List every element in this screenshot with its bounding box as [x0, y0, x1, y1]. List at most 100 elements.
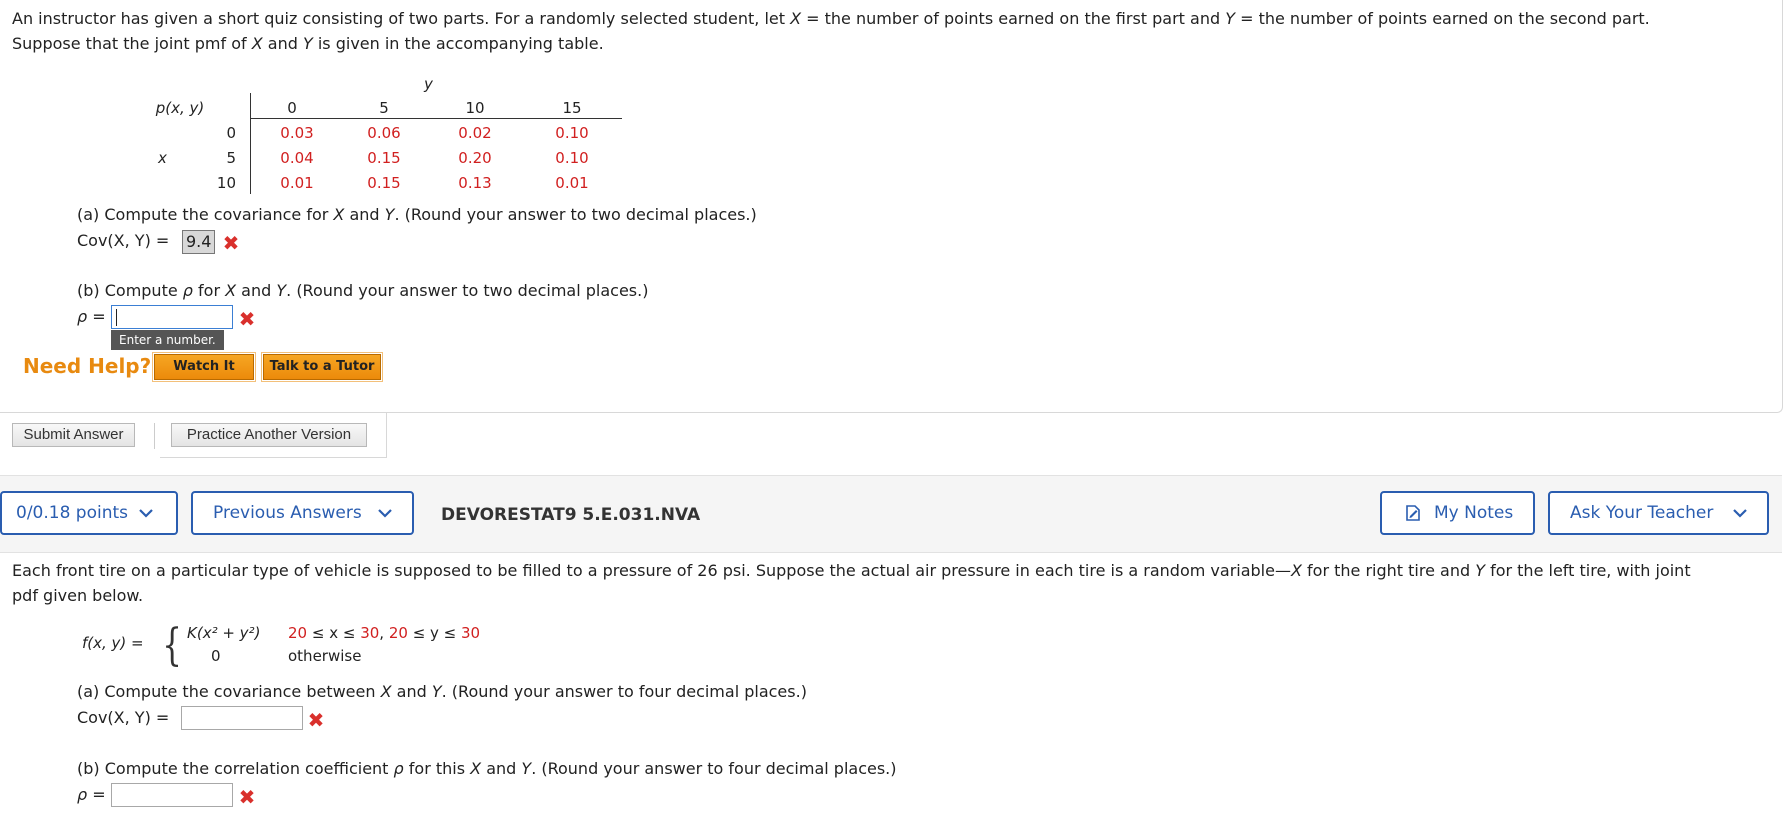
table-cell: 0.01: [280, 174, 314, 192]
table-cell: 0.02: [458, 124, 492, 142]
x-header: 0: [226, 124, 236, 142]
var-y: Y: [1225, 9, 1235, 28]
prompt-text: (a) Compute the covariance between: [77, 682, 381, 701]
prompt-text: and: [344, 205, 385, 224]
var-x: X: [380, 682, 392, 701]
cov-answer-field[interactable]: 9.4: [182, 230, 215, 254]
input-tooltip: Enter a number.: [111, 330, 224, 350]
button-separator: [154, 423, 155, 449]
intro-text: for the left tire, with joint: [1484, 561, 1691, 580]
rho-symbol: ρ: [182, 281, 193, 300]
var-x: X: [251, 34, 263, 53]
case-1-expression: K(x² + y²): [187, 624, 261, 642]
intro-text: pdf given below.: [12, 586, 144, 605]
notes-icon: [1406, 505, 1420, 521]
practice-another-version-button[interactable]: Practice Another Version: [171, 423, 367, 447]
prompt-text: and: [481, 759, 522, 778]
chevron-down-icon: [1733, 509, 1747, 518]
y-axis-label: y: [424, 75, 433, 93]
prompt-text: for this: [403, 759, 471, 778]
q2-part-a-prompt: (a) Compute the covariance between X and…: [77, 682, 807, 701]
prompt-text: for: [192, 281, 226, 300]
points-dropdown[interactable]: 0/0.18 points: [0, 491, 178, 535]
q2-rho-answer-field[interactable]: [111, 783, 233, 807]
watch-it-button[interactable]: Watch It: [152, 352, 256, 382]
var-y: Y: [302, 34, 313, 53]
table-corner-label: p(x, y): [155, 99, 205, 117]
rho-answer-field[interactable]: [111, 305, 233, 329]
intro-text: Suppose that the joint pmf of: [12, 34, 252, 53]
incorrect-icon: ✖: [222, 231, 240, 255]
points-label: 0/0.18 points: [16, 503, 129, 523]
q2-cov-answer-field[interactable]: [181, 706, 303, 730]
y-header: 5: [379, 99, 389, 117]
table-cell: 0.04: [280, 149, 314, 167]
table-cell: 0.20: [458, 149, 492, 167]
var-x: X: [790, 9, 802, 28]
bound-value: 20: [388, 624, 408, 642]
y-header: 10: [465, 99, 485, 117]
case-2-expression: 0: [211, 647, 221, 665]
var-y: Y: [431, 682, 442, 701]
intro-text: for the right tire and: [1301, 561, 1476, 580]
intro-text: = the number of points earned on the fir…: [801, 9, 1226, 28]
prompt-text: and: [391, 682, 432, 701]
x-header: 10: [216, 174, 236, 192]
rho-label: ρ =: [77, 307, 106, 326]
case-brace: {: [162, 620, 182, 671]
prompt-text: (a) Compute the covariance for: [77, 205, 334, 224]
table-cell: 0.13: [458, 174, 492, 192]
table-cell: 0.15: [367, 149, 401, 167]
question-2-intro: Each front tire on a particular type of …: [12, 558, 1762, 608]
table-divider: [250, 93, 251, 194]
bound-value: 20: [288, 624, 308, 642]
incorrect-icon: ✖: [307, 708, 325, 732]
intro-text: and: [262, 34, 303, 53]
condition-text: ,: [379, 624, 389, 642]
condition-text: ≤ y ≤: [407, 624, 462, 642]
var-y: Y: [521, 759, 532, 778]
intro-text: is given in the accompanying table.: [312, 34, 604, 53]
ask-your-teacher-dropdown[interactable]: Ask Your Teacher: [1548, 491, 1769, 535]
prompt-text: and: [236, 281, 277, 300]
table-divider: [250, 118, 622, 119]
q2-rho-label: ρ =: [77, 785, 106, 804]
var-y: Y: [384, 205, 395, 224]
previous-answers-label: Previous Answers: [213, 503, 362, 523]
intro-text: An instructor has given a short quiz con…: [12, 9, 791, 28]
q2-part-b-prompt: (b) Compute the correlation coefficient …: [77, 759, 897, 778]
var-x: X: [225, 281, 237, 300]
incorrect-icon: ✖: [238, 785, 256, 809]
part-b-prompt: (b) Compute ρ for X and Y. (Round your a…: [77, 281, 648, 300]
incorrect-icon: ✖: [238, 307, 256, 331]
talk-to-tutor-button[interactable]: Talk to a Tutor: [261, 352, 383, 382]
y-header: 15: [562, 99, 582, 117]
prompt-text: . (Round your answer to two decimal plac…: [394, 205, 757, 224]
table-cell: 0.10: [555, 149, 589, 167]
submit-answer-button[interactable]: Submit Answer: [12, 423, 135, 447]
question-1-intro: An instructor has given a short quiz con…: [12, 6, 1752, 56]
prompt-text: . (Round your answer to four decimal pla…: [441, 682, 807, 701]
var-x: X: [333, 205, 345, 224]
var-x: X: [470, 759, 482, 778]
table-cell: 0.10: [555, 124, 589, 142]
pdf-label: f(x, y) =: [82, 634, 144, 652]
table-cell: 0.03: [280, 124, 314, 142]
previous-answers-dropdown[interactable]: Previous Answers: [191, 491, 414, 535]
cov-label: Cov(X, Y) =: [77, 231, 170, 250]
text-caret: [116, 309, 117, 326]
case-1-condition: 20 ≤ x ≤ 30, 20 ≤ y ≤ 30: [288, 624, 480, 642]
var-y: Y: [1475, 561, 1485, 580]
rho-symbol: ρ: [393, 759, 404, 778]
var-x: X: [1290, 561, 1302, 580]
my-notes-button[interactable]: My Notes: [1380, 491, 1535, 535]
x-axis-label: x: [158, 149, 167, 167]
ask-your-teacher-label: Ask Your Teacher: [1570, 503, 1714, 523]
prompt-text: (b) Compute: [77, 281, 183, 300]
x-header: 5: [226, 149, 236, 167]
table-cell: 0.06: [367, 124, 401, 142]
y-header: 0: [287, 99, 297, 117]
q2-cov-label: Cov(X, Y) =: [77, 708, 170, 727]
part-a-prompt: (a) Compute the covariance for X and Y. …: [77, 205, 757, 224]
prompt-text: (b) Compute the correlation coefficient: [77, 759, 394, 778]
